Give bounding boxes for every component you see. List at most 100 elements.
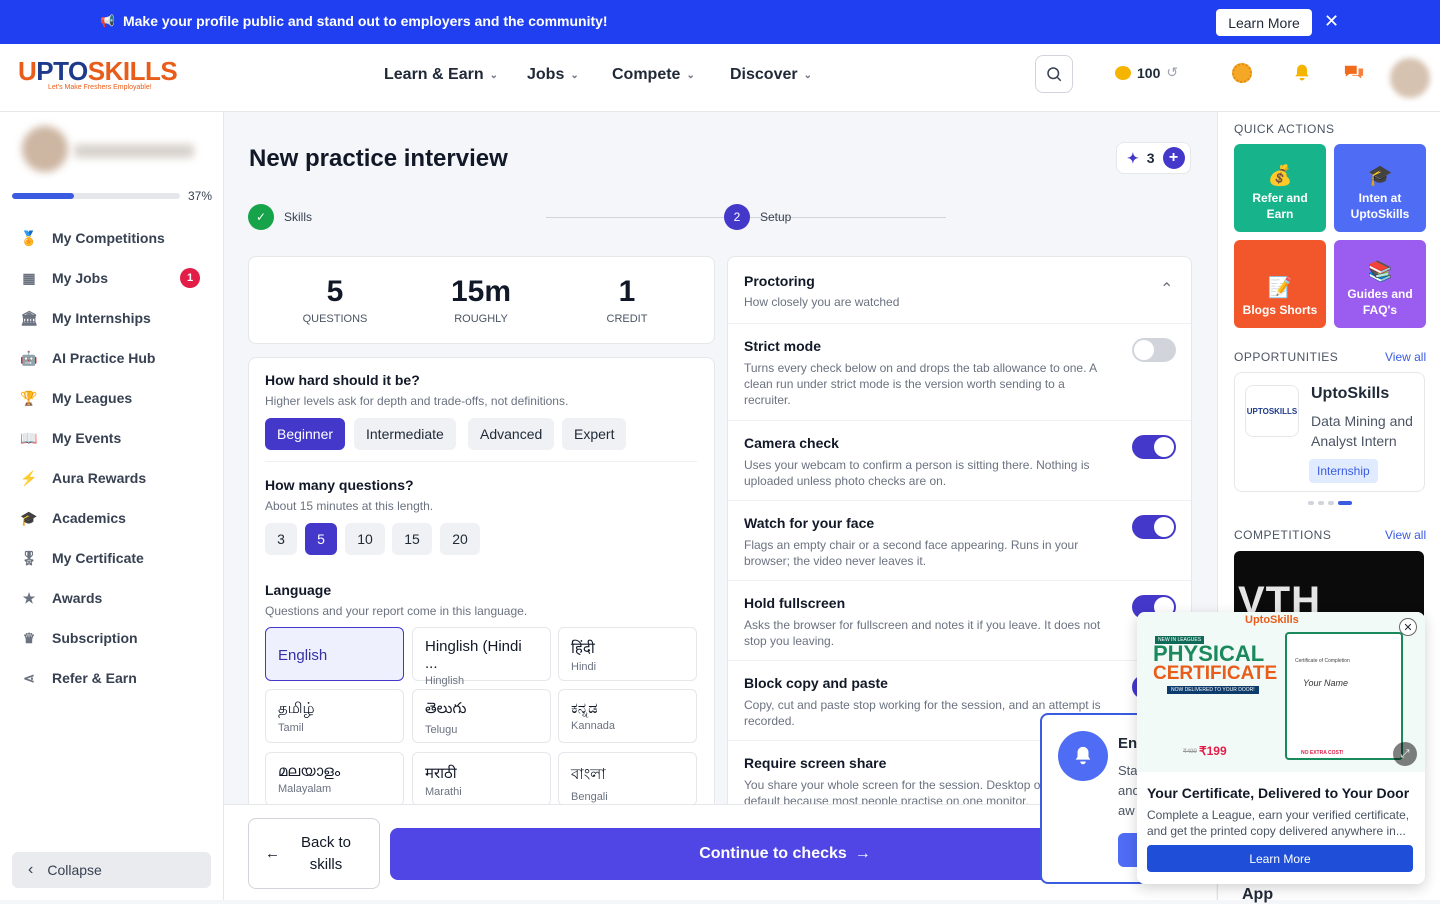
camera-check-toggle[interactable] bbox=[1132, 435, 1176, 459]
questions-subtitle: About 15 minutes at this length. bbox=[265, 499, 434, 513]
star-icon: ★ bbox=[22, 589, 36, 606]
quick-action-guides-faqs[interactable]: 📚 Guides and FAQ's bbox=[1334, 240, 1426, 328]
difficulty-advanced[interactable]: Advanced bbox=[468, 418, 555, 450]
proctoring-header[interactable]: Proctoring How closely you are watched bbox=[744, 273, 899, 309]
messages-button[interactable] bbox=[1342, 61, 1366, 85]
left-sidebar: 37% 🏅 My Competitions ▦ My Jobs 1 🏛 My Inter… bbox=[0, 112, 224, 900]
progress-fill bbox=[12, 193, 75, 199]
banner-learn-more-button[interactable]: Learn More bbox=[1216, 9, 1312, 36]
chevron-down-icon: ⌄ bbox=[686, 69, 695, 81]
language-option-kannada[interactable]: ಕನ್ನಡ Kannada bbox=[558, 689, 697, 743]
stat-duration: 15m ROUGHLY bbox=[450, 275, 512, 325]
history-icon: ↺ bbox=[1166, 64, 1179, 80]
nav-learn-earn[interactable]: Learn & Earn ⌄ bbox=[384, 66, 498, 84]
questions-option-3[interactable]: 3 bbox=[265, 523, 297, 555]
company-logo: UPTOSKILLS bbox=[1245, 385, 1299, 437]
opportunity-card[interactable]: UPTOSKILLS UptoSkills Data Mining and An… bbox=[1234, 372, 1425, 492]
back-to-skills-button[interactable]: ← Back to skills bbox=[248, 818, 380, 889]
sidebar-item-my-jobs[interactable]: ▦ My Jobs 1 bbox=[0, 258, 224, 298]
search-button[interactable] bbox=[1035, 55, 1073, 93]
sidebar-item-my-competitions[interactable]: 🏅 My Competitions bbox=[0, 218, 224, 258]
quick-action-blogs-shorts[interactable]: 📝 Blogs Shorts bbox=[1234, 240, 1326, 328]
sidebar-item-awards[interactable]: ★ Awards bbox=[0, 578, 224, 618]
quick-action-refer-earn[interactable]: 💰 Refer and Earn bbox=[1234, 144, 1326, 232]
nav-discover[interactable]: Discover ⌄ bbox=[730, 66, 812, 84]
language-option-english[interactable]: English bbox=[265, 627, 404, 681]
questions-option-20[interactable]: 20 bbox=[440, 523, 480, 555]
sidebar-menu: 🏅 My Competitions ▦ My Jobs 1 🏛 My Internshi… bbox=[0, 218, 224, 698]
nav-jobs[interactable]: Jobs ⌄ bbox=[527, 66, 579, 84]
building-icon: 🏛 bbox=[20, 309, 38, 326]
language-option-malayalam[interactable]: മലയാളം Malayalam bbox=[265, 752, 404, 806]
divider bbox=[728, 580, 1191, 581]
divider bbox=[728, 323, 1191, 324]
language-option-tamil[interactable]: தமிழ் Tamil bbox=[265, 689, 404, 743]
strict-mode-toggle[interactable] bbox=[1132, 338, 1176, 362]
language-option-hinglish[interactable]: Hinglish (Hindi ... Hinglish bbox=[412, 627, 551, 687]
divider bbox=[728, 420, 1191, 421]
sidebar-item-refer-earn[interactable]: ⋖ Refer & Earn bbox=[0, 658, 224, 698]
questions-option-10[interactable]: 10 bbox=[345, 523, 385, 555]
credits-widget[interactable]: ✦ 3 + bbox=[1116, 142, 1191, 174]
questions-option-5[interactable]: 5 bbox=[305, 523, 337, 555]
questions-option-15[interactable]: 15 bbox=[392, 523, 432, 555]
step-skills[interactable]: ✓ Skills bbox=[248, 204, 312, 230]
language-option-bengali[interactable]: বাংলা Bengali bbox=[558, 752, 697, 806]
sun-badge-icon bbox=[1232, 63, 1252, 83]
divider bbox=[265, 461, 697, 462]
close-icon[interactable]: ✕ bbox=[1399, 618, 1417, 636]
opportunities-view-all-link[interactable]: View all bbox=[1385, 350, 1426, 364]
difficulty-intermediate[interactable]: Intermediate bbox=[354, 418, 456, 450]
language-heading: Language bbox=[265, 582, 332, 598]
carousel-dots[interactable] bbox=[1308, 501, 1352, 505]
sidebar-item-my-events[interactable]: 📖 My Events bbox=[0, 418, 224, 458]
uptoskills-logo[interactable]: UPTOSKILLS Let's Make Freshers Employabl… bbox=[18, 56, 178, 102]
language-option-hindi[interactable]: हिंदी Hindi bbox=[558, 627, 697, 681]
promo-image[interactable]: UptoSkills NEW IN LEAGUES PHYSICAL CERTI… bbox=[1137, 612, 1425, 772]
opportunity-tag: Internship bbox=[1309, 459, 1378, 483]
sidebar-item-subscription[interactable]: ♛ Subscription bbox=[0, 618, 224, 658]
language-option-marathi[interactable]: मराठी Marathi bbox=[412, 752, 551, 806]
quick-action-intern[interactable]: 🎓 Inten at UptoSkills bbox=[1334, 144, 1426, 232]
graduation-cap-icon: 🎓 bbox=[20, 509, 38, 526]
sidebar-item-my-internships[interactable]: 🏛 My Internships bbox=[0, 298, 224, 338]
sidebar-item-ai-practice-hub[interactable]: 🤖 AI Practice Hub bbox=[0, 338, 224, 378]
bell-icon bbox=[1295, 64, 1309, 81]
notifications-button[interactable] bbox=[1290, 61, 1314, 85]
sidebar-item-academics[interactable]: 🎓 Academics bbox=[0, 498, 224, 538]
sidebar-item-my-certificate[interactable]: 🎖 My Certificate bbox=[0, 538, 224, 578]
difficulty-beginner[interactable]: Beginner bbox=[265, 418, 346, 450]
top-header: UPTOSKILLS Let's Make Freshers Employabl… bbox=[0, 44, 1440, 112]
collapse-sidebar-button[interactable]: ‹ Collapse bbox=[12, 852, 211, 888]
competitions-view-all-link[interactable]: View all bbox=[1385, 528, 1426, 542]
aura-button[interactable] bbox=[1230, 61, 1254, 85]
nav-compete[interactable]: Compete ⌄ bbox=[612, 66, 695, 84]
expand-icon[interactable]: ⤢ bbox=[1393, 742, 1417, 766]
opportunity-role: Data Mining and Analyst Intern bbox=[1311, 413, 1413, 449]
profile-summary[interactable] bbox=[18, 126, 198, 176]
chevron-down-icon: ⌄ bbox=[803, 69, 812, 81]
user-avatar[interactable] bbox=[1390, 58, 1430, 98]
share-icon: ⋖ bbox=[23, 669, 35, 686]
add-credits-icon[interactable]: + bbox=[1162, 147, 1185, 169]
trophy-cup-icon: 🏅 bbox=[20, 229, 38, 246]
sidebar-item-aura-rewards[interactable]: ⚡ Aura Rewards bbox=[0, 458, 224, 498]
profile-progress-label: 37% bbox=[188, 189, 213, 203]
language-option-telugu[interactable]: తెలుగు Telugu bbox=[412, 689, 551, 743]
sidebar-item-my-leagues[interactable]: 🏆 My Leagues bbox=[0, 378, 224, 418]
avatar bbox=[22, 126, 68, 172]
proctor-camera-check: Camera check Uses your webcam to confirm … bbox=[744, 435, 1090, 488]
profile-name-blurred bbox=[74, 144, 194, 158]
language-subtitle: Questions and your report come in this l… bbox=[265, 604, 528, 618]
step-number: 2 bbox=[724, 204, 750, 230]
chevron-up-icon[interactable]: ⌃ bbox=[1160, 279, 1173, 299]
difficulty-expert[interactable]: Expert bbox=[562, 418, 627, 450]
watch-face-toggle[interactable] bbox=[1132, 515, 1176, 539]
crown-icon: ♛ bbox=[22, 629, 36, 646]
coin-balance[interactable]: 100 ↺ bbox=[1115, 64, 1178, 81]
banner-close-icon[interactable]: ✕ bbox=[1324, 11, 1339, 32]
document-icon: 📝 bbox=[1267, 277, 1293, 299]
proctor-hold-fullscreen: Hold fullscreen Asks the browser for full… bbox=[744, 595, 1101, 648]
popup-learn-more-button[interactable]: Learn More bbox=[1147, 845, 1413, 872]
graduation-cap-icon: 🎓 bbox=[1367, 165, 1393, 187]
